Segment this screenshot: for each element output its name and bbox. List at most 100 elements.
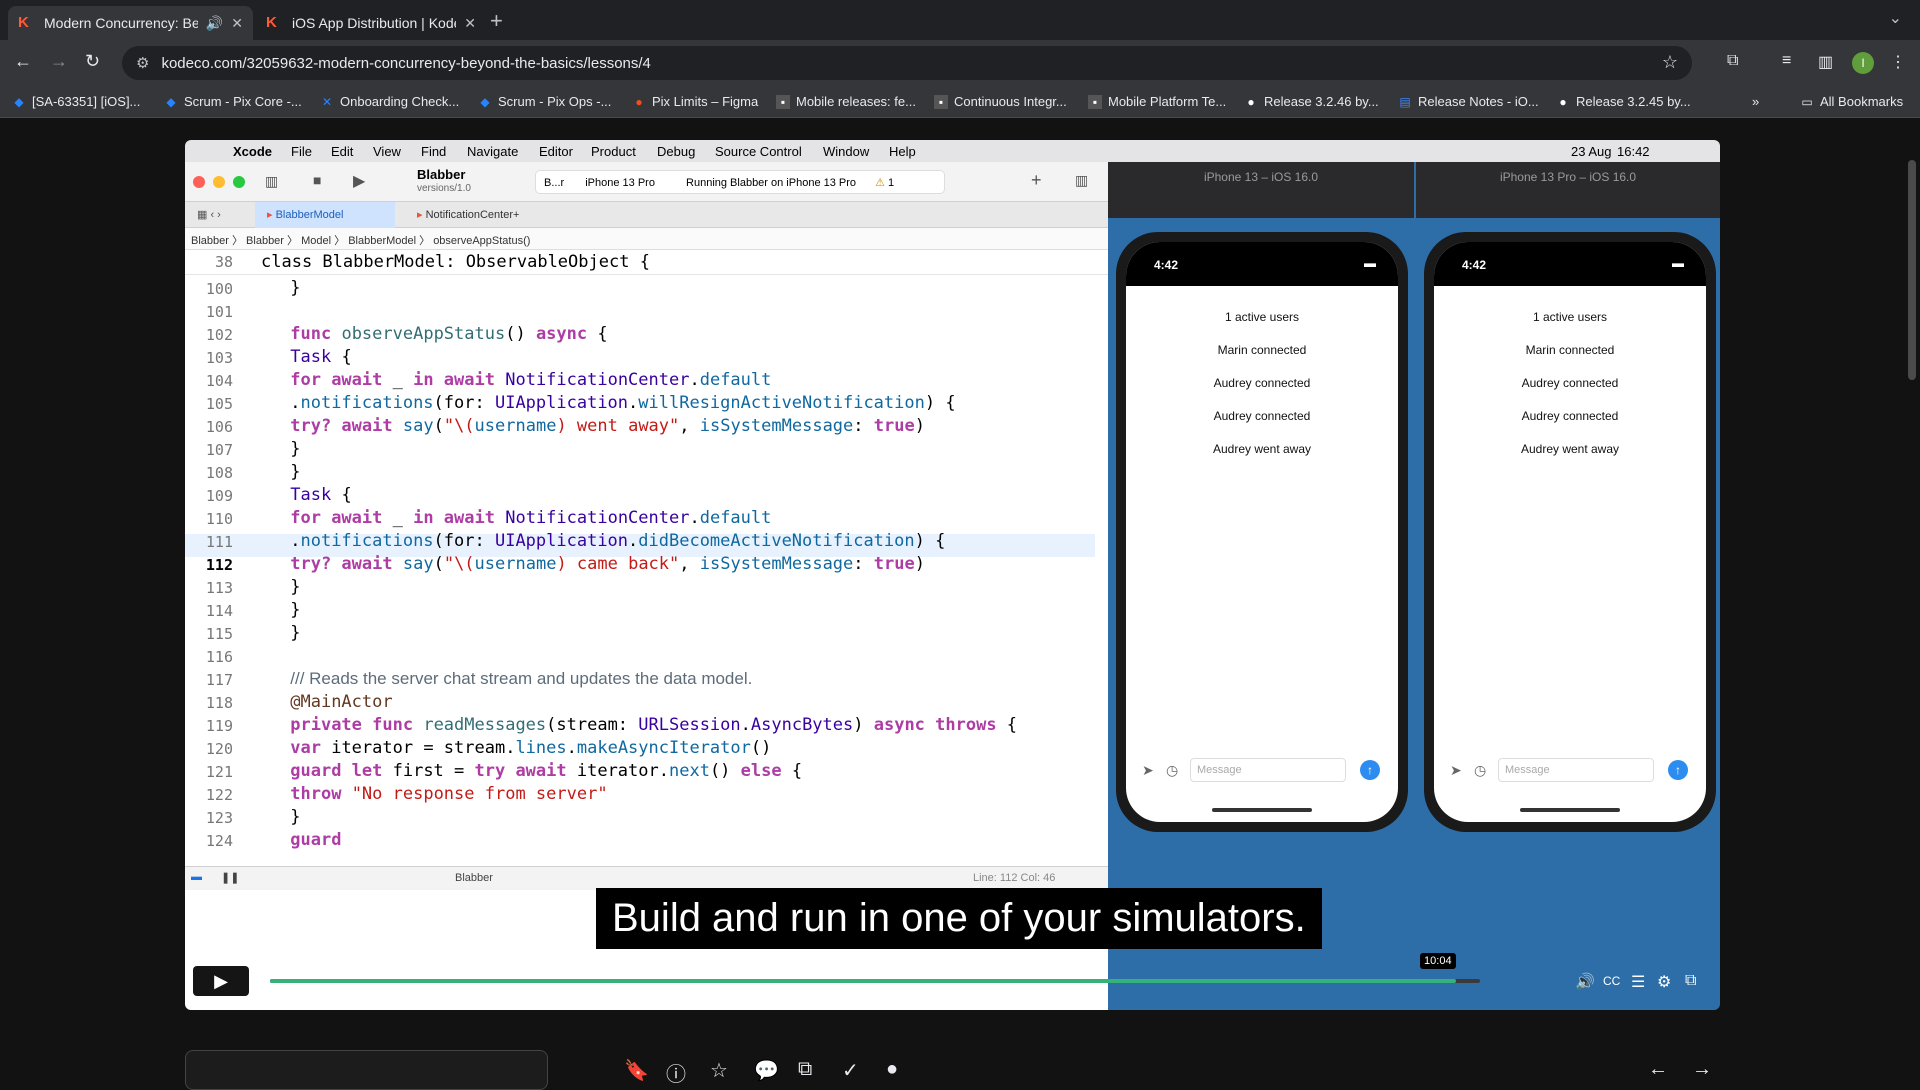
inspector-toggle-icon[interactable]: ▥ bbox=[1075, 172, 1088, 189]
warning-icon[interactable]: ⚠ bbox=[875, 177, 885, 189]
transcript-icon[interactable]: ☰ bbox=[1631, 972, 1645, 992]
episode-card[interactable] bbox=[185, 1050, 548, 1090]
tab-ios-distribution[interactable]: K iOS App Distribution | Kodeco ✕ bbox=[256, 6, 486, 40]
cursor-position: Line: 112 Col: 46 bbox=[973, 872, 1056, 884]
timer-icon[interactable]: ◷ bbox=[1166, 762, 1178, 779]
complete-icon[interactable]: ✓ bbox=[842, 1058, 859, 1083]
chat-message: Marin connected bbox=[1525, 343, 1615, 357]
breadcrumb-item[interactable]: observeAppStatus() bbox=[433, 235, 530, 247]
run-icon[interactable]: ▶ bbox=[353, 171, 365, 191]
pause-icon[interactable]: ❚❚ bbox=[221, 871, 239, 884]
more-bookmarks-icon[interactable]: » bbox=[1752, 94, 1759, 109]
next-episode-icon[interactable]: → bbox=[1692, 1058, 1712, 1081]
debug-toggle-icon[interactable]: ▬ bbox=[191, 871, 202, 883]
line-number: 104 bbox=[205, 372, 233, 390]
all-bookmarks[interactable]: ▭ All Bookmarks bbox=[1800, 94, 1903, 109]
captions-icon[interactable]: CC bbox=[1603, 974, 1620, 988]
side-panel-icon[interactable]: ▥ bbox=[1818, 52, 1833, 72]
breadcrumb-item[interactable]: Blabber bbox=[191, 235, 229, 247]
menu-item: Edit bbox=[331, 144, 354, 159]
info-icon[interactable]: ⓘ bbox=[666, 1058, 686, 1087]
docs-icon: ▤ bbox=[1399, 95, 1411, 109]
add-icon[interactable]: + bbox=[1031, 170, 1042, 191]
breadcrumb-item[interactable]: BlabberModel bbox=[348, 235, 416, 247]
video-progress-bar[interactable]: 10:04 bbox=[270, 953, 1480, 983]
jira-icon: ◆ bbox=[166, 95, 176, 109]
stop-icon[interactable]: ■ bbox=[313, 172, 321, 188]
settings-icon[interactable]: ⚙ bbox=[1657, 972, 1671, 992]
breadcrumb-item[interactable]: Model bbox=[301, 235, 331, 247]
comment-icon[interactable]: 💬 bbox=[754, 1058, 779, 1083]
tab-blabbermodel[interactable]: ▸ BlabberModel bbox=[255, 202, 395, 228]
message-input[interactable]: Message bbox=[1498, 758, 1654, 782]
bookmark-item[interactable]: ▪ Continuous Integr... bbox=[934, 94, 1067, 109]
star-icon[interactable]: ☆ bbox=[710, 1058, 728, 1083]
breadcrumb-item[interactable]: Blabber bbox=[246, 235, 284, 247]
send-icon[interactable]: ↑ bbox=[1360, 760, 1380, 780]
close-window-button[interactable] bbox=[193, 176, 205, 188]
bookmark-item[interactable]: ◆ [SA-63351] [iOS]... bbox=[12, 94, 140, 109]
forward-icon[interactable]: → bbox=[50, 51, 68, 72]
iphone-13-simulator[interactable]: 4:42 ▬ 1 active users Marin connected Au… bbox=[1116, 232, 1408, 832]
volume-icon[interactable]: 🔊 bbox=[1575, 972, 1595, 992]
menu-icon[interactable]: ⋮ bbox=[1890, 52, 1906, 72]
target-name[interactable]: B...r bbox=[544, 177, 564, 189]
browser-tab-bar: K Modern Concurrency: Be 🔊 ✕ K iOS App D… bbox=[0, 0, 1920, 40]
timer-icon[interactable]: ◷ bbox=[1474, 762, 1486, 779]
scheme-name[interactable]: Blabber bbox=[417, 167, 465, 182]
send-icon[interactable]: ↑ bbox=[1668, 760, 1688, 780]
bookmark-item[interactable]: ● Release 3.2.46 by... bbox=[1244, 94, 1378, 109]
new-tab-button[interactable]: + bbox=[490, 8, 503, 34]
bookmark-icon[interactable]: 🔖 bbox=[624, 1058, 649, 1083]
home-indicator bbox=[1212, 808, 1312, 812]
bookmark-item[interactable]: ▪ Mobile releases: fe... bbox=[776, 94, 916, 109]
bookmark-item[interactable]: ● Pix Limits – Figma bbox=[632, 94, 758, 109]
profile-avatar[interactable]: I bbox=[1852, 52, 1874, 74]
bookmark-item[interactable]: ▤ Release Notes - iO... bbox=[1398, 94, 1538, 109]
tab-nav-icons[interactable]: ▦ ‹ › bbox=[185, 202, 233, 228]
code-line: private func readMessages(stream: URLSes… bbox=[290, 715, 1018, 735]
site-info-icon[interactable]: ⚙ bbox=[136, 54, 149, 72]
code-line: guard let first = try await iterator.nex… bbox=[290, 761, 803, 781]
rw-icon: ▪ bbox=[934, 95, 948, 109]
code-editor[interactable]: 38 class BlabberModel: ObservableObject … bbox=[185, 250, 1108, 866]
video-player[interactable]: Xcode File Edit View Find Navigate Edito… bbox=[185, 140, 1720, 1010]
minimize-window-button[interactable] bbox=[213, 176, 225, 188]
close-tab-icon[interactable]: ✕ bbox=[231, 15, 243, 32]
sticky-header: 38 class BlabberModel: ObservableObject … bbox=[185, 250, 1108, 275]
scheme-branch: versions/1.0 bbox=[417, 183, 471, 194]
speaker-icon[interactable]: 🔊 bbox=[206, 15, 223, 32]
zoom-window-button[interactable] bbox=[233, 176, 245, 188]
menu-date: 23 Aug bbox=[1571, 144, 1612, 159]
extensions-icon[interactable]: ⧉ bbox=[1727, 52, 1738, 70]
previous-episode-icon[interactable]: ← bbox=[1648, 1058, 1668, 1081]
reload-icon[interactable]: ↻ bbox=[85, 51, 100, 72]
bookmark-item[interactable]: ◆ Scrum - Pix Ops -... bbox=[478, 94, 611, 109]
chat-message: Audrey connected bbox=[1521, 409, 1619, 423]
page-scrollbar[interactable] bbox=[1908, 160, 1916, 380]
media-control-icon[interactable]: ≡ bbox=[1782, 52, 1791, 70]
close-tab-icon[interactable]: ✕ bbox=[464, 15, 476, 32]
bookmark-item[interactable]: ◆ Scrum - Pix Core -... bbox=[164, 94, 301, 109]
address-bar[interactable]: ⚙ kodeco.com/32059632-modern-concurrency… bbox=[122, 46, 1692, 80]
play-button[interactable]: ▶ bbox=[193, 966, 249, 996]
line-number: 106 bbox=[205, 418, 233, 436]
bookmark-item[interactable]: ✕ Onboarding Check... bbox=[320, 94, 459, 109]
navigator-toggle-icon[interactable]: ▥ bbox=[265, 173, 278, 190]
tab-modern-concurrency[interactable]: K Modern Concurrency: Be 🔊 ✕ bbox=[8, 6, 253, 40]
location-icon[interactable]: ➤ bbox=[1450, 762, 1462, 779]
materials-icon[interactable]: ⧉ bbox=[798, 1058, 812, 1081]
iphone-13-pro-simulator[interactable]: 4:42 ▬ 1 active users Marin connected Au… bbox=[1424, 232, 1716, 832]
bookmark-star-icon[interactable]: ☆ bbox=[1662, 52, 1678, 73]
bookmark-item[interactable]: ● Release 3.2.45 by... bbox=[1556, 94, 1690, 109]
message-input[interactable]: Message bbox=[1190, 758, 1346, 782]
bookmark-item[interactable]: ▪ Mobile Platform Te... bbox=[1088, 94, 1226, 109]
tab-notificationcenter[interactable]: ▸ NotificationCenter+ bbox=[405, 202, 555, 228]
github-icon[interactable]: ● bbox=[886, 1058, 898, 1081]
pip-icon[interactable]: ⧉ bbox=[1685, 972, 1696, 990]
tab-search-icon[interactable]: ⌄ bbox=[1889, 8, 1902, 28]
simulators-area: iPhone 13 – iOS 16.0 iPhone 13 Pro – iOS… bbox=[1108, 162, 1720, 1010]
run-destination[interactable]: iPhone 13 Pro bbox=[585, 177, 655, 189]
back-icon[interactable]: ← bbox=[14, 51, 32, 72]
location-icon[interactable]: ➤ bbox=[1142, 762, 1154, 779]
